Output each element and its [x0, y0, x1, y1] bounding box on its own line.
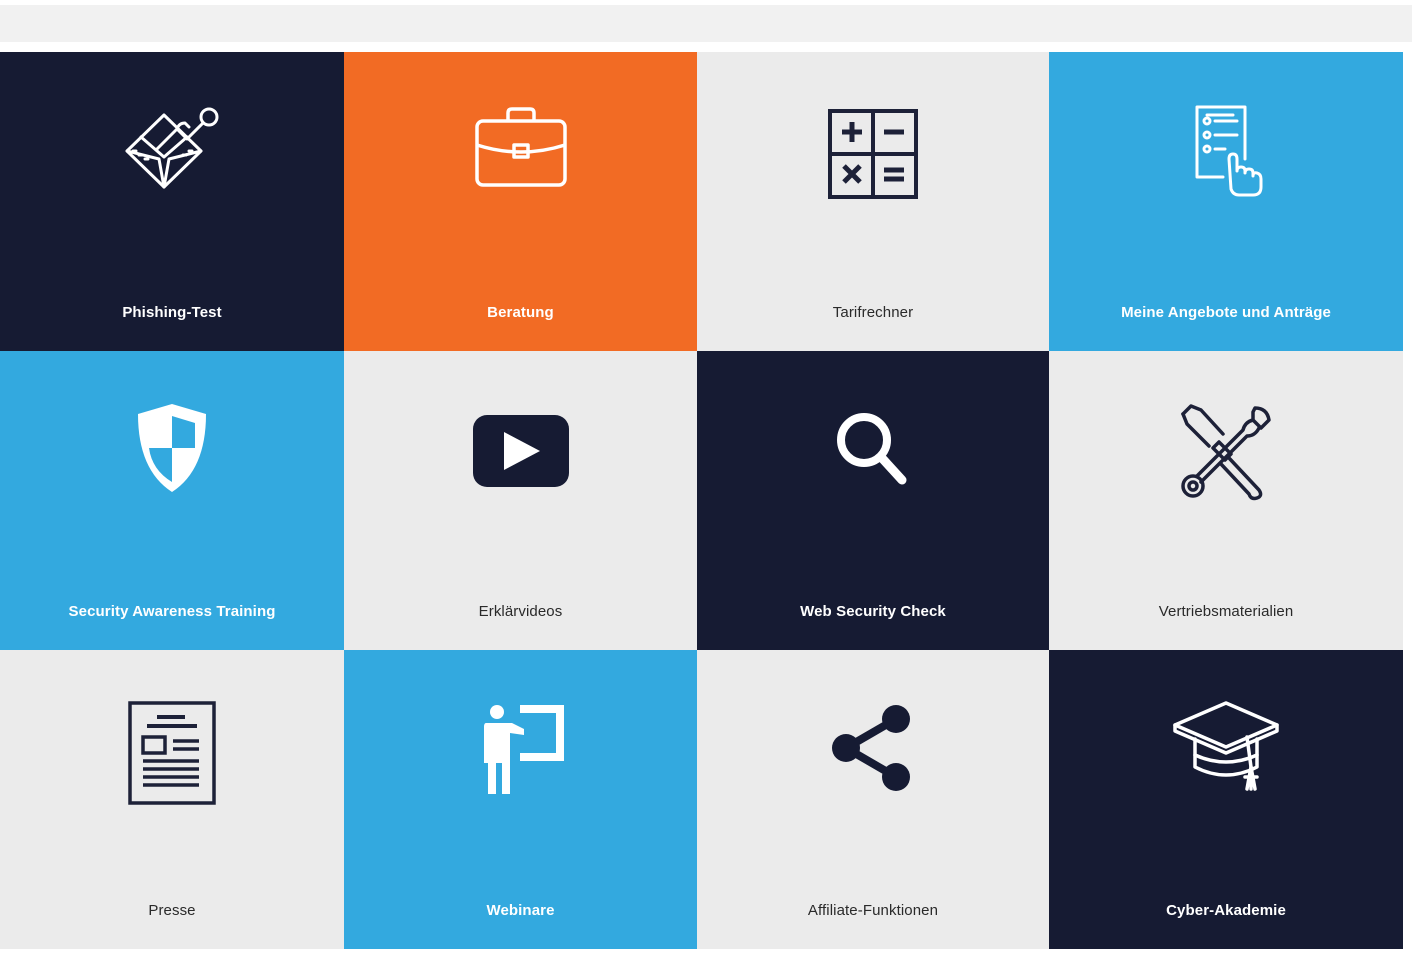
tile-presse[interactable]: Presse [0, 650, 344, 949]
tile-label: Presse [148, 902, 196, 919]
play-video-icon [466, 398, 576, 508]
checklist-hand-icon [1171, 99, 1281, 209]
tile-phishing-test[interactable]: Phishing-Test [0, 52, 344, 351]
tile-tarifrechner[interactable]: Tarifrechner [697, 52, 1049, 351]
tile-label: Meine Angebote und Anträge [1121, 304, 1331, 321]
tile-label: Cyber-Akademie [1166, 902, 1286, 919]
briefcase-icon [466, 99, 576, 209]
tile-label: Web Security Check [800, 603, 946, 620]
share-icon [818, 697, 928, 807]
top-bar [0, 5, 1412, 42]
magnifier-icon [818, 398, 928, 508]
graduation-cap-icon [1171, 697, 1281, 807]
tile-vertriebsmaterialien[interactable]: Vertriebsmaterialien [1049, 351, 1403, 650]
tile-web-security-check[interactable]: Web Security Check [697, 351, 1049, 650]
tile-cyber-akademie[interactable]: Cyber-Akademie [1049, 650, 1403, 949]
phishing-envelope-icon [117, 99, 227, 209]
tile-webinare[interactable]: Webinare [344, 650, 697, 949]
tile-label: Tarifrechner [832, 304, 914, 321]
wrench-screwdriver-icon [1171, 398, 1281, 508]
shield-icon [117, 398, 227, 508]
newspaper-icon [117, 697, 227, 807]
tile-erklaervideos[interactable]: Erklärvideos [344, 351, 697, 650]
tile-label: Vertriebsmaterialien [1158, 603, 1294, 620]
tile-label: Security Awareness Training [68, 603, 276, 620]
tile-label: Erklärvideos [478, 603, 563, 620]
tile-affiliate-funktionen[interactable]: Affiliate-Funktionen [697, 650, 1049, 949]
tile-grid: Phishing-Test Beratung Tarifrechner Mein… [0, 52, 1403, 949]
calculator-icon [818, 99, 928, 209]
tile-label: Affiliate-Funktionen [807, 902, 939, 919]
tile-label: Webinare [486, 902, 555, 919]
tile-label: Beratung [487, 304, 554, 321]
tile-meine-angebote[interactable]: Meine Angebote und Anträge [1049, 52, 1403, 351]
tile-security-awareness-training[interactable]: Security Awareness Training [0, 351, 344, 650]
presenter-board-icon [466, 697, 576, 807]
tile-label: Phishing-Test [122, 304, 222, 321]
tile-beratung[interactable]: Beratung [344, 52, 697, 351]
